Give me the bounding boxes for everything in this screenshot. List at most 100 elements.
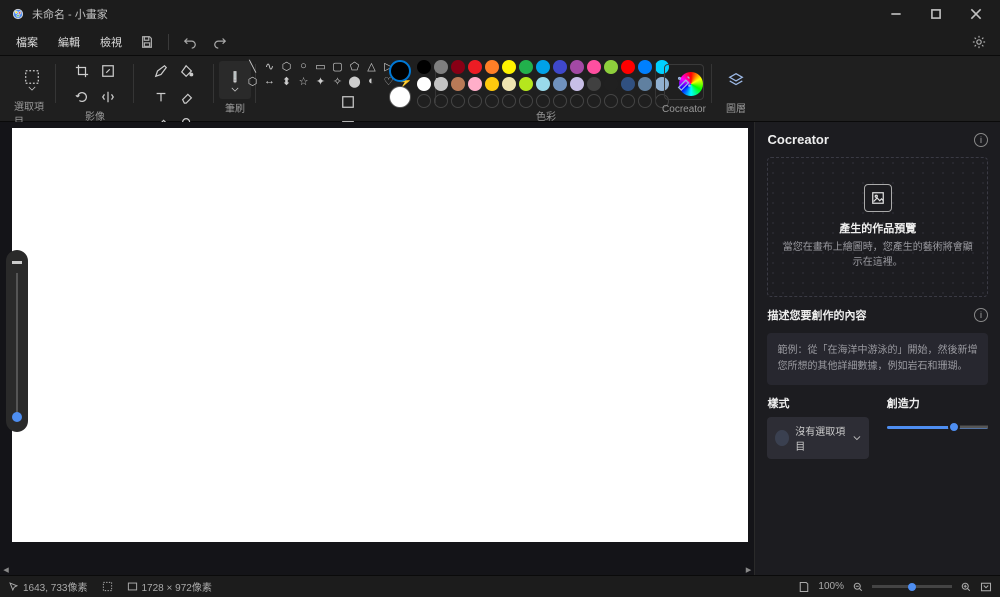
redo-icon[interactable] [207, 31, 233, 53]
menu-view[interactable]: 檢視 [92, 30, 130, 54]
brush-size-slider[interactable]: ▬ [6, 250, 28, 432]
empty-color-swatch[interactable] [587, 94, 601, 108]
color-swatch[interactable] [434, 77, 448, 91]
color-swatch[interactable] [434, 60, 448, 74]
app-icon [10, 6, 26, 22]
crop-tool-icon[interactable] [71, 60, 93, 82]
empty-color-swatch[interactable] [417, 94, 431, 108]
select-tool[interactable] [16, 60, 48, 98]
menu-edit[interactable]: 編輯 [50, 30, 88, 54]
eraser-tool-icon[interactable] [176, 86, 198, 108]
close-button[interactable] [956, 0, 996, 28]
ribbon-group-colors: 色彩 [436, 60, 656, 117]
secondary-color-swatch[interactable] [389, 86, 411, 108]
empty-color-swatch[interactable] [502, 94, 516, 108]
resize-tool-icon[interactable] [97, 60, 119, 82]
creativity-label: 創造力 [887, 395, 988, 411]
color-swatch[interactable] [587, 77, 601, 91]
empty-color-swatch[interactable] [451, 94, 465, 108]
autosave-icon[interactable] [798, 581, 810, 593]
panel-title: Cocreator [767, 132, 828, 147]
describe-label: 描述您要創作的內容 [767, 307, 866, 323]
cursor-position: 1643, 733像素 [8, 579, 88, 594]
menu-bar: 檔案 編輯 檢視 [0, 28, 1000, 56]
prompt-input[interactable]: 範例：從「在海洋中游泳的」開始，然後新增您所想的其他詳細數據，例如岩石和珊瑚。 [767, 333, 988, 385]
color-swatch[interactable] [519, 60, 533, 74]
style-swatch-icon [775, 430, 789, 446]
fit-screen-button[interactable] [980, 581, 992, 593]
color-swatch[interactable] [638, 60, 652, 74]
color-swatch[interactable] [553, 77, 567, 91]
color-swatch[interactable] [570, 77, 584, 91]
cocreator-button[interactable] [664, 64, 704, 100]
color-swatch[interactable] [570, 60, 584, 74]
preview-description: 當您在畫布上繪圖時，您產生的藝術將會顯示在這裡。 [778, 240, 977, 270]
color-swatch[interactable] [638, 77, 652, 91]
save-icon[interactable] [134, 31, 160, 53]
theme-icon[interactable] [934, 31, 960, 53]
rotate-tool-icon[interactable] [71, 86, 93, 108]
color-swatch[interactable] [536, 77, 550, 91]
zoom-out-button[interactable] [852, 581, 864, 593]
separator [168, 34, 169, 50]
color-swatch[interactable] [485, 60, 499, 74]
undo-icon[interactable] [177, 31, 203, 53]
brush-size-icon: ▬ [12, 256, 22, 267]
menu-file[interactable]: 檔案 [8, 30, 46, 54]
settings-icon[interactable] [966, 31, 992, 53]
maximize-button[interactable] [916, 0, 956, 28]
color-swatch[interactable] [451, 60, 465, 74]
empty-color-swatch[interactable] [434, 94, 448, 108]
color-swatch[interactable] [451, 77, 465, 91]
color-swatch[interactable] [604, 60, 618, 74]
color-swatch[interactable] [621, 77, 635, 91]
status-bar: 1643, 733像素 1728 × 972像素 100% [0, 575, 1000, 597]
horizontal-scrollbar[interactable]: ◂ ▸ [0, 563, 754, 575]
flip-tool-icon[interactable] [97, 86, 119, 108]
color-swatch[interactable] [536, 60, 550, 74]
canvas-size: 1728 × 972像素 [127, 579, 212, 594]
color-swatch[interactable] [519, 77, 533, 91]
ribbon-label-brushes: 筆刷 [225, 100, 245, 117]
empty-color-swatch[interactable] [621, 94, 635, 108]
style-dropdown[interactable]: 沒有選取項目 [767, 417, 868, 459]
ribbon-group-select: 選取項目 [8, 60, 56, 117]
text-tool-icon[interactable] [150, 86, 172, 108]
shape-outline-icon[interactable] [337, 91, 359, 113]
layers-button[interactable] [716, 62, 756, 98]
color-swatch[interactable] [417, 77, 431, 91]
color-swatch[interactable] [604, 77, 618, 91]
primary-color-swatch[interactable] [389, 60, 411, 82]
info-icon[interactable]: i [974, 133, 988, 147]
fill-tool-icon[interactable] [176, 60, 198, 82]
empty-color-swatch[interactable] [604, 94, 618, 108]
color-swatch[interactable] [417, 60, 431, 74]
empty-color-swatch[interactable] [638, 94, 652, 108]
pencil-tool-icon[interactable] [150, 60, 172, 82]
empty-color-swatch[interactable] [553, 94, 567, 108]
color-swatch[interactable] [587, 60, 601, 74]
minimize-button[interactable] [876, 0, 916, 28]
color-swatch[interactable] [485, 77, 499, 91]
empty-color-swatch[interactable] [536, 94, 550, 108]
info-icon[interactable]: i [974, 308, 988, 322]
zoom-in-button[interactable] [960, 581, 972, 593]
empty-color-swatch[interactable] [468, 94, 482, 108]
empty-color-swatch[interactable] [570, 94, 584, 108]
color-palette[interactable] [417, 60, 669, 108]
color-swatch[interactable] [468, 77, 482, 91]
color-swatch[interactable] [553, 60, 567, 74]
empty-color-swatch[interactable] [485, 94, 499, 108]
color-swatch[interactable] [502, 77, 516, 91]
ribbon: 選取項目 影像 工具 筆刷 [0, 56, 1000, 122]
selection-size [102, 581, 113, 592]
canvas[interactable] [12, 128, 748, 542]
color-swatch[interactable] [621, 60, 635, 74]
zoom-slider[interactable] [872, 585, 952, 588]
color-swatch[interactable] [468, 60, 482, 74]
creativity-slider[interactable] [887, 417, 988, 437]
preview-box: 產生的作品預覽 當您在畫布上繪圖時，您產生的藝術將會顯示在這裡。 [767, 157, 988, 297]
empty-color-swatch[interactable] [519, 94, 533, 108]
window-title: 未命名 - 小畫家 [32, 6, 108, 22]
color-swatch[interactable] [502, 60, 516, 74]
